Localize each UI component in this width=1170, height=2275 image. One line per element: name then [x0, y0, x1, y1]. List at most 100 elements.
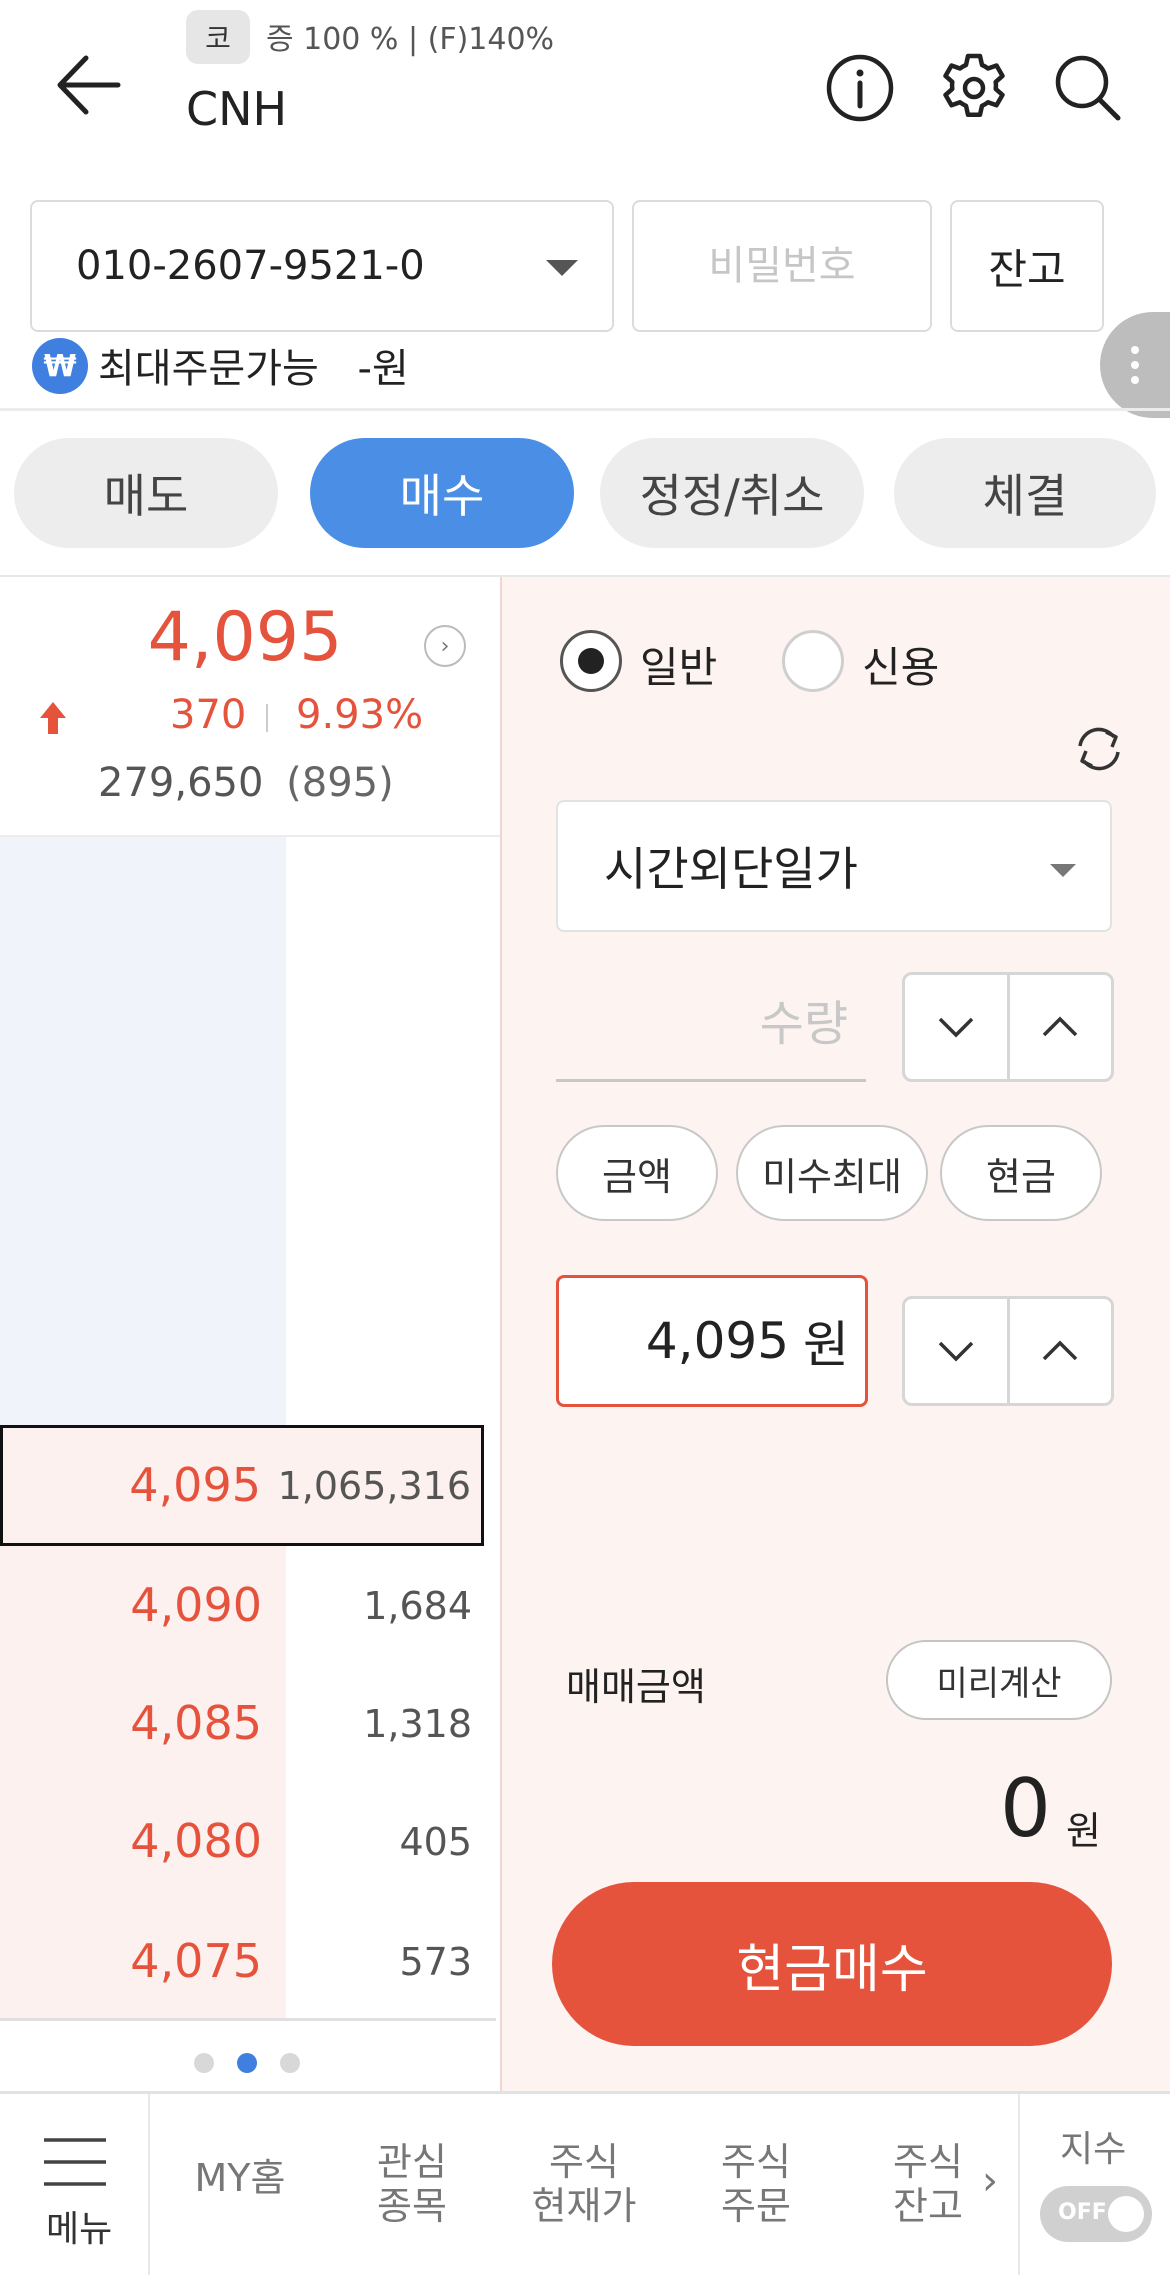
cash-buy-button[interactable]: 현금매수 — [552, 1882, 1112, 2046]
order-type-select[interactable]: 시간외단일가 — [556, 800, 1112, 932]
trade-amount-label: 매매금액 — [566, 1665, 706, 1709]
nav-label: 주식 — [893, 2140, 963, 2184]
chevron-right-icon: › — [440, 633, 450, 659]
radio-general[interactable] — [560, 630, 622, 692]
balance-button[interactable]: 잔고 — [950, 200, 1104, 332]
quantity-increase-button[interactable] — [1006, 975, 1112, 1079]
nav-label: 현재가 — [531, 2184, 637, 2228]
nav-label: MY홈 — [194, 2156, 286, 2200]
orderbook-price: 4,085 — [130, 1696, 262, 1750]
current-price: 4,095 — [147, 598, 343, 677]
settings-button[interactable] — [932, 46, 1016, 130]
max-order-available: 최대주문가능 -원 — [98, 336, 409, 394]
nav-item-stock-order[interactable]: 주식 주문 — [686, 2140, 826, 2228]
caret-down-icon — [546, 260, 578, 276]
search-icon — [1055, 55, 1121, 121]
back-button[interactable] — [50, 40, 130, 130]
precalculate-button[interactable]: 미리계산 — [886, 1640, 1112, 1720]
orderbook-price: 4,075 — [130, 1934, 262, 1988]
gear-icon — [943, 53, 1005, 118]
market-chip: 코 — [186, 10, 250, 64]
refresh-icon — [1078, 727, 1120, 771]
page-indicator-dot[interactable] — [194, 2053, 214, 2073]
tab-modify-cancel[interactable]: 정정/취소 — [600, 438, 864, 548]
price-change-percent: 9.93% — [296, 692, 424, 738]
radio-general-label[interactable]: 일반 — [640, 634, 717, 695]
price-limit-info: 증 100 % | (F)140% — [266, 22, 555, 57]
separator — [266, 704, 268, 732]
amount-button[interactable]: 금액 — [556, 1125, 718, 1221]
menu-label[interactable]: 메뉴 — [46, 2200, 112, 2252]
trade-volume: 279,650 (895) — [98, 760, 394, 806]
tab-sell[interactable]: 매도 — [14, 438, 278, 548]
menu-icon — [44, 2138, 106, 2186]
orderbook-qty: 1,318 — [363, 1702, 472, 1746]
caret-down-icon — [1050, 864, 1076, 877]
ask-area — [0, 837, 286, 1425]
nav-item-my-home[interactable]: MY홈 — [170, 2156, 310, 2200]
search-button[interactable] — [1046, 46, 1130, 130]
price-unit: 원 — [803, 1316, 849, 1374]
tab-buy[interactable]: 매수 — [310, 438, 574, 548]
up-arrow-icon — [40, 702, 66, 734]
info-button[interactable] — [818, 46, 902, 130]
order-type-value: 시간외단일가 — [604, 842, 858, 896]
cash-button[interactable]: 현금 — [940, 1125, 1102, 1221]
orderbook-price: 4,090 — [130, 1578, 262, 1632]
price-input[interactable]: 4,095 원 — [556, 1275, 868, 1407]
nav-item-stock-quote[interactable]: 주식 현재가 — [514, 2140, 654, 2228]
nav-item-watchlist[interactable]: 관심 종목 — [342, 2140, 482, 2228]
orderbook-row[interactable]: 4,080 405 — [0, 1782, 484, 1898]
refresh-button[interactable] — [1070, 720, 1128, 778]
orderbook-qty: 1,065,316 — [277, 1464, 471, 1508]
orderbook-price: 4,080 — [130, 1814, 262, 1868]
trade-amount-value: 0 — [1000, 1762, 1051, 1855]
orderbook-qty: 1,684 — [363, 1584, 472, 1628]
chevron-up-icon — [1043, 1016, 1078, 1037]
divider — [0, 408, 1170, 411]
chevron-down-icon — [938, 1341, 973, 1362]
divider — [0, 2018, 496, 2021]
orderbook-row[interactable]: 4,090 1,684 — [0, 1546, 484, 1662]
orderbook-price: 4,095 — [129, 1458, 261, 1512]
password-field[interactable] — [632, 200, 932, 332]
quantity-input[interactable] — [556, 970, 866, 1082]
nav-item-stock-balance[interactable]: 주식 잔고 — [858, 2140, 998, 2228]
quote-detail-button[interactable]: › — [424, 625, 466, 667]
radio-credit-label[interactable]: 신용 — [862, 634, 939, 695]
nav-label: 주식 — [721, 2140, 791, 2184]
orderbook-row[interactable]: 4,075 573 — [0, 1902, 484, 2018]
quantity-stepper[interactable] — [902, 972, 1114, 1082]
back-arrow-icon — [57, 55, 121, 115]
orderbook-qty: 573 — [399, 1940, 472, 1984]
max-unsettled-button[interactable]: 미수최대 — [736, 1125, 928, 1221]
more-options-button[interactable] — [1100, 312, 1170, 418]
quantity-decrease-button[interactable] — [905, 975, 1007, 1079]
page-indicator-dot-active[interactable] — [237, 2053, 257, 2073]
more-vertical-icon — [1131, 346, 1139, 384]
index-toggle[interactable]: OFF — [1040, 2186, 1152, 2242]
max-order-value: -원 — [357, 346, 409, 392]
volume-value: 279,650 — [98, 760, 264, 806]
page-indicator-dot[interactable] — [280, 2053, 300, 2073]
toggle-label: OFF — [1058, 2200, 1107, 2225]
nav-scroll-chevron-icon[interactable]: › — [982, 2158, 998, 2204]
chevron-up-icon — [1043, 1340, 1078, 1361]
price-value: 4,095 — [645, 1312, 789, 1370]
price-increase-button[interactable] — [1006, 1299, 1112, 1403]
account-number: 010-2607-9521-0 — [76, 243, 425, 289]
radio-credit[interactable] — [782, 630, 844, 692]
index-label: 지수 — [1060, 2129, 1127, 2170]
price-decrease-button[interactable] — [905, 1299, 1007, 1403]
stock-title[interactable]: CNH — [186, 82, 287, 136]
orderbook-row-selected[interactable]: 4,095 1,065,316 — [0, 1425, 484, 1546]
tab-executed[interactable]: 체결 — [894, 438, 1156, 548]
nav-label: 주식 — [549, 2140, 619, 2184]
account-select[interactable]: 010-2607-9521-0 — [30, 200, 614, 332]
nav-label: 주문 — [721, 2184, 791, 2228]
nav-label: 관심 — [377, 2140, 447, 2184]
nav-label: 종목 — [377, 2184, 447, 2228]
price-stepper[interactable] — [902, 1296, 1114, 1406]
nav-label: 잔고 — [893, 2184, 963, 2228]
orderbook-row[interactable]: 4,085 1,318 — [0, 1664, 484, 1780]
